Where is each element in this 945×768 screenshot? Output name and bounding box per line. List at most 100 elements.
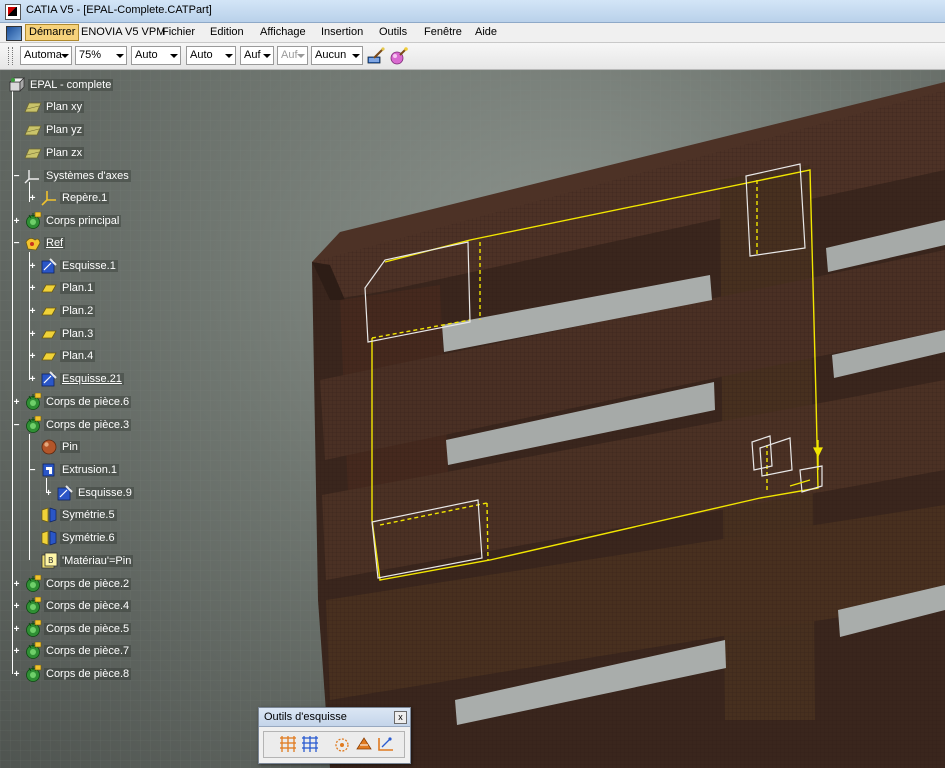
sketch-icon[interactable] bbox=[40, 257, 58, 275]
material-icon[interactable] bbox=[40, 438, 58, 456]
tree-node-label[interactable]: Extrusion.1 bbox=[60, 464, 120, 476]
tree-node-label[interactable]: Esquisse.9 bbox=[76, 487, 134, 499]
menu-edition[interactable]: Edition bbox=[210, 26, 244, 38]
expand-icon[interactable]: + bbox=[28, 352, 37, 362]
point-type-combo[interactable]: Auf bbox=[240, 46, 274, 65]
expand-icon[interactable]: + bbox=[12, 602, 21, 612]
tree-node-label[interactable]: Pin bbox=[60, 441, 80, 453]
sketch-icon[interactable] bbox=[40, 370, 58, 388]
body-icon[interactable] bbox=[24, 641, 42, 660]
menu-demarrer[interactable]: Démarrer bbox=[25, 24, 80, 41]
collapse-icon[interactable]: − bbox=[12, 172, 21, 182]
tree-node-label[interactable]: Plan.3 bbox=[60, 328, 96, 340]
tree-node-label[interactable]: Corps de pièce.7 bbox=[44, 645, 132, 657]
sketch-icon[interactable] bbox=[56, 484, 74, 502]
body-icon[interactable] bbox=[24, 596, 42, 615]
expand-icon[interactable]: + bbox=[12, 217, 21, 227]
expand-icon[interactable]: + bbox=[12, 580, 21, 590]
tree-node-label[interactable]: Ref bbox=[44, 237, 66, 249]
body-icon[interactable] bbox=[24, 574, 42, 593]
body-icon[interactable] bbox=[24, 415, 42, 434]
layer-combo[interactable]: Aucun bbox=[311, 46, 363, 65]
small-plane-icon[interactable] bbox=[40, 279, 58, 297]
tree-node-label[interactable]: 'Matériau'=Pin bbox=[60, 555, 134, 567]
expand-icon[interactable]: + bbox=[28, 375, 37, 385]
paint-brush-icon[interactable] bbox=[366, 46, 386, 66]
expand-icon[interactable]: + bbox=[28, 262, 37, 272]
body-icon[interactable] bbox=[24, 664, 42, 683]
close-icon[interactable]: x bbox=[394, 711, 407, 724]
material-sphere-icon[interactable] bbox=[389, 46, 409, 66]
part-icon[interactable] bbox=[8, 76, 26, 94]
body-icon[interactable] bbox=[24, 211, 42, 230]
menu-aide[interactable]: Aide bbox=[475, 26, 497, 38]
collapse-icon[interactable]: − bbox=[12, 239, 21, 249]
menu-fichier[interactable]: Fichier bbox=[162, 26, 195, 38]
tree-node-label[interactable]: Symétrie.5 bbox=[60, 509, 117, 521]
tree-node-label[interactable]: Corps de pièce.8 bbox=[44, 668, 132, 680]
toolbar-grip[interactable] bbox=[8, 47, 13, 65]
geometric-constraint-icon[interactable] bbox=[354, 735, 374, 753]
small-plane-icon[interactable] bbox=[40, 325, 58, 343]
tree-node-label[interactable]: Plan.2 bbox=[60, 305, 96, 317]
palette-title-bar[interactable]: Outils d'esquisse x bbox=[259, 708, 410, 727]
small-plane-icon[interactable] bbox=[40, 347, 58, 365]
tree-node-label[interactable]: Corps de pièce.2 bbox=[44, 578, 132, 590]
expand-icon[interactable]: + bbox=[12, 647, 21, 657]
expand-icon[interactable]: + bbox=[28, 330, 37, 340]
tree-node-label[interactable]: EPAL - complete bbox=[28, 79, 114, 91]
body-icon[interactable] bbox=[24, 619, 42, 638]
small-plane-icon[interactable] bbox=[40, 302, 58, 320]
tree-node-label[interactable]: Plan.4 bbox=[60, 350, 96, 362]
tree-node-label[interactable]: Corps de pièce.4 bbox=[44, 600, 132, 612]
menu-insertion[interactable]: Insertion bbox=[321, 26, 363, 38]
tree-node-label[interactable]: Repère.1 bbox=[60, 192, 110, 204]
tree-node-label[interactable]: Corps de pièce.3 bbox=[44, 419, 132, 431]
transparency-combo[interactable]: 75% bbox=[75, 46, 127, 65]
line-type-combo[interactable]: Auto bbox=[186, 46, 236, 65]
sketch-tools-palette[interactable]: Outils d'esquisse x bbox=[258, 707, 411, 764]
tree-node-label[interactable]: Esquisse.1 bbox=[60, 260, 118, 272]
body-icon[interactable] bbox=[24, 392, 42, 411]
tree-node-label[interactable]: Symétrie.6 bbox=[60, 532, 117, 544]
tree-node-label[interactable]: Plan zx bbox=[44, 147, 85, 159]
expand-icon[interactable]: + bbox=[12, 625, 21, 635]
tree-node-label[interactable]: Corps de pièce.5 bbox=[44, 623, 132, 635]
tree-node-label[interactable]: Esquisse.21 bbox=[60, 373, 124, 385]
symmetry-icon[interactable] bbox=[40, 506, 58, 524]
tree-node-label[interactable]: Plan yz bbox=[44, 124, 85, 136]
tree-node-label[interactable]: Systèmes d'axes bbox=[44, 170, 131, 182]
collapse-icon[interactable]: − bbox=[12, 421, 21, 431]
menu-outils[interactable]: Outils bbox=[379, 26, 407, 38]
expand-icon[interactable]: + bbox=[12, 398, 21, 408]
tree-node-label[interactable]: Plan xy bbox=[44, 101, 85, 113]
geometric-set-icon[interactable] bbox=[24, 234, 42, 252]
symmetry-icon[interactable] bbox=[40, 529, 58, 547]
expand-icon[interactable]: + bbox=[12, 670, 21, 680]
plane-icon[interactable] bbox=[24, 98, 42, 116]
tree-node-label[interactable]: Corps principal bbox=[44, 215, 122, 227]
tree-node-label[interactable]: Plan.1 bbox=[60, 282, 96, 294]
construction-element-icon[interactable] bbox=[332, 735, 352, 753]
snap-to-point-icon[interactable] bbox=[300, 735, 320, 753]
plane-icon[interactable] bbox=[24, 144, 42, 162]
expand-icon[interactable]: + bbox=[28, 307, 37, 317]
axis-icon[interactable] bbox=[40, 189, 58, 207]
line-thickness-combo[interactable]: Auto bbox=[131, 46, 181, 65]
expand-icon[interactable]: + bbox=[44, 489, 53, 499]
plane-icon[interactable] bbox=[24, 121, 42, 139]
collapse-icon[interactable]: − bbox=[28, 466, 37, 476]
dimensional-constraint-icon[interactable] bbox=[376, 735, 396, 753]
expand-icon[interactable]: + bbox=[28, 194, 37, 204]
parameter-icon[interactable]: B bbox=[40, 552, 58, 570]
axis-system-icon[interactable] bbox=[24, 167, 42, 185]
expand-icon[interactable]: + bbox=[28, 284, 37, 294]
menu-affichage[interactable]: Affichage bbox=[260, 26, 306, 38]
grid-icon[interactable] bbox=[278, 735, 298, 753]
color-combo[interactable]: Automa bbox=[20, 46, 72, 65]
menu-enovia[interactable]: ENOVIA V5 VPM bbox=[81, 26, 165, 38]
menu-fenetre[interactable]: Fenêtre bbox=[424, 26, 462, 38]
document-icon[interactable] bbox=[6, 26, 22, 41]
pad-icon[interactable] bbox=[40, 461, 58, 479]
tree-node-label[interactable]: Corps de pièce.6 bbox=[44, 396, 132, 408]
